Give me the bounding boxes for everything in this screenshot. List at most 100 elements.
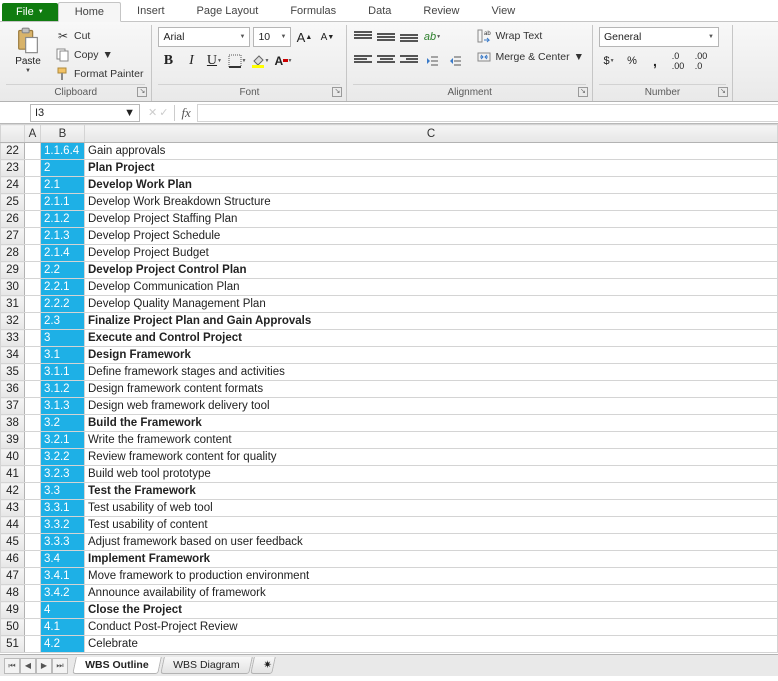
orientation-button[interactable]: ab▼ bbox=[422, 27, 442, 47]
cell[interactable] bbox=[25, 585, 41, 602]
cell[interactable] bbox=[25, 296, 41, 313]
cell-task-name[interactable]: Develop Project Schedule bbox=[85, 228, 778, 245]
copy-button[interactable]: Copy ▼ bbox=[54, 46, 145, 63]
name-box[interactable]: I3 ▼ bbox=[30, 104, 140, 122]
cell-wbs-number[interactable]: 4.1 bbox=[41, 619, 85, 636]
row-header[interactable]: 24 bbox=[1, 177, 25, 194]
row-header[interactable]: 37 bbox=[1, 398, 25, 415]
cell-task-name[interactable]: Move framework to production environment bbox=[85, 568, 778, 585]
new-sheet-button[interactable]: ✷ bbox=[250, 657, 276, 674]
row-header[interactable]: 47 bbox=[1, 568, 25, 585]
cell[interactable] bbox=[25, 143, 41, 160]
cell[interactable] bbox=[25, 432, 41, 449]
fill-color-button[interactable]: ▼ bbox=[250, 51, 270, 71]
row-header[interactable]: 32 bbox=[1, 313, 25, 330]
cell[interactable] bbox=[25, 228, 41, 245]
paste-button[interactable]: Paste ▼ bbox=[6, 27, 50, 74]
cell-wbs-number[interactable]: 2.1.2 bbox=[41, 211, 85, 228]
row-header[interactable]: 41 bbox=[1, 466, 25, 483]
row-header[interactable]: 50 bbox=[1, 619, 25, 636]
cell[interactable] bbox=[25, 602, 41, 619]
row-header[interactable]: 28 bbox=[1, 245, 25, 262]
formula-input[interactable] bbox=[197, 104, 778, 122]
cell-task-name[interactable]: Execute and Control Project bbox=[85, 330, 778, 347]
cell-wbs-number[interactable]: 3.1.1 bbox=[41, 364, 85, 381]
cell-task-name[interactable]: Write the framework content bbox=[85, 432, 778, 449]
cell-wbs-number[interactable]: 4 bbox=[41, 602, 85, 619]
cell-wbs-number[interactable]: 4.2 bbox=[41, 636, 85, 653]
cell[interactable] bbox=[25, 551, 41, 568]
cell[interactable] bbox=[25, 619, 41, 636]
cell-wbs-number[interactable]: 2.2.1 bbox=[41, 279, 85, 296]
bold-button[interactable]: B bbox=[158, 51, 178, 71]
cell-task-name[interactable]: Develop Communication Plan bbox=[85, 279, 778, 296]
row-header[interactable]: 23 bbox=[1, 160, 25, 177]
row-header[interactable]: 26 bbox=[1, 211, 25, 228]
align-middle-button[interactable] bbox=[376, 27, 396, 47]
row-header[interactable]: 30 bbox=[1, 279, 25, 296]
cell-wbs-number[interactable]: 3 bbox=[41, 330, 85, 347]
font-select[interactable]: Arial▼ bbox=[158, 27, 250, 47]
row-header[interactable]: 36 bbox=[1, 381, 25, 398]
cell-wbs-number[interactable]: 3.3.2 bbox=[41, 517, 85, 534]
row-header[interactable]: 49 bbox=[1, 602, 25, 619]
cell-task-name[interactable]: Celebrate bbox=[85, 636, 778, 653]
sheet-nav-first[interactable]: ⏮ bbox=[4, 658, 20, 674]
accounting-format-button[interactable]: $▼ bbox=[599, 51, 619, 71]
cell-wbs-number[interactable]: 2.1.3 bbox=[41, 228, 85, 245]
cell-wbs-number[interactable]: 3.1.2 bbox=[41, 381, 85, 398]
fx-label[interactable]: fx bbox=[174, 105, 196, 121]
cell-task-name[interactable]: Design framework content formats bbox=[85, 381, 778, 398]
cell[interactable] bbox=[25, 449, 41, 466]
cell-task-name[interactable]: Test usability of web tool bbox=[85, 500, 778, 517]
cell-task-name[interactable]: Design Framework bbox=[85, 347, 778, 364]
borders-button[interactable]: ▼ bbox=[227, 51, 247, 71]
cell-wbs-number[interactable]: 3.2.2 bbox=[41, 449, 85, 466]
cell-task-name[interactable]: Finalize Project Plan and Gain Approvals bbox=[85, 313, 778, 330]
cell-wbs-number[interactable]: 3.4.1 bbox=[41, 568, 85, 585]
row-header[interactable]: 38 bbox=[1, 415, 25, 432]
sheet-nav-last[interactable]: ⏭ bbox=[52, 658, 68, 674]
cell-task-name[interactable]: Define framework stages and activities bbox=[85, 364, 778, 381]
cell-task-name[interactable]: Develop Quality Management Plan bbox=[85, 296, 778, 313]
cell-wbs-number[interactable]: 3.2 bbox=[41, 415, 85, 432]
row-header[interactable]: 44 bbox=[1, 517, 25, 534]
cell-wbs-number[interactable]: 3.1.3 bbox=[41, 398, 85, 415]
tab-insert[interactable]: Insert bbox=[121, 2, 181, 21]
row-header[interactable]: 35 bbox=[1, 364, 25, 381]
cell[interactable] bbox=[25, 347, 41, 364]
enter-formula-button[interactable]: ✓ bbox=[159, 106, 168, 119]
cell-wbs-number[interactable]: 2.1 bbox=[41, 177, 85, 194]
dialog-launcher-icon[interactable]: ↘ bbox=[332, 87, 342, 97]
cell-wbs-number[interactable]: 2.1.1 bbox=[41, 194, 85, 211]
tab-file[interactable]: File ▼ bbox=[2, 3, 58, 21]
row-header[interactable]: 40 bbox=[1, 449, 25, 466]
merge-center-button[interactable]: Merge & Center ▼ bbox=[475, 48, 586, 65]
cell[interactable] bbox=[25, 500, 41, 517]
cell-task-name[interactable]: Conduct Post-Project Review bbox=[85, 619, 778, 636]
dialog-launcher-icon[interactable]: ↘ bbox=[718, 87, 728, 97]
cell-wbs-number[interactable]: 2.3 bbox=[41, 313, 85, 330]
tab-data[interactable]: Data bbox=[352, 2, 407, 21]
cell[interactable] bbox=[25, 568, 41, 585]
dialog-launcher-icon[interactable]: ↘ bbox=[578, 87, 588, 97]
align-top-button[interactable] bbox=[353, 27, 373, 47]
cell[interactable] bbox=[25, 330, 41, 347]
cell-task-name[interactable]: Build web tool prototype bbox=[85, 466, 778, 483]
align-right-button[interactable] bbox=[399, 51, 419, 71]
cell[interactable] bbox=[25, 483, 41, 500]
align-left-button[interactable] bbox=[353, 51, 373, 71]
row-header[interactable]: 51 bbox=[1, 636, 25, 653]
sheet-nav-next[interactable]: ▶ bbox=[36, 658, 52, 674]
cell[interactable] bbox=[25, 262, 41, 279]
cut-button[interactable]: ✂ Cut bbox=[54, 27, 145, 44]
row-header[interactable]: 33 bbox=[1, 330, 25, 347]
shrink-font-button[interactable]: A▼ bbox=[317, 27, 337, 47]
row-header[interactable]: 22 bbox=[1, 143, 25, 160]
cell-wbs-number[interactable]: 2.1.4 bbox=[41, 245, 85, 262]
cell[interactable] bbox=[25, 194, 41, 211]
tab-formulas[interactable]: Formulas bbox=[274, 2, 352, 21]
comma-format-button[interactable]: , bbox=[645, 51, 665, 71]
percent-format-button[interactable]: % bbox=[622, 51, 642, 71]
row-header[interactable]: 27 bbox=[1, 228, 25, 245]
